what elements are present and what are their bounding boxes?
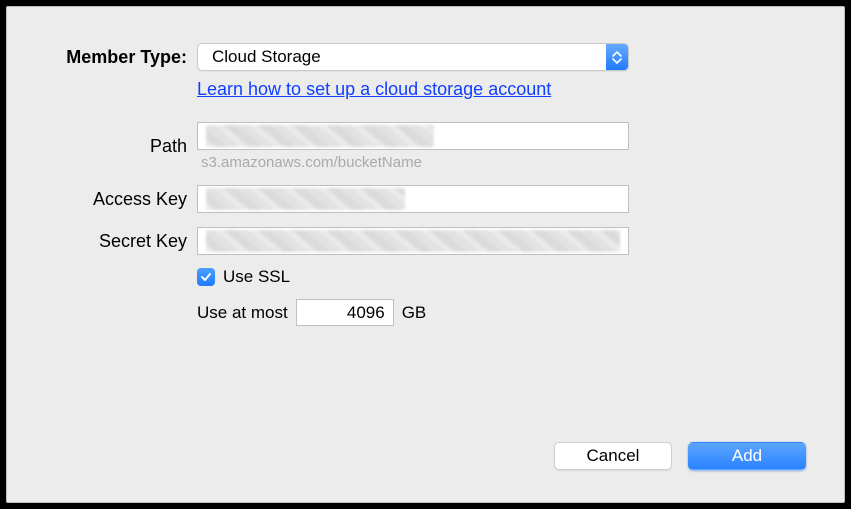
path-hint: s3.amazonaws.com/bucketName <box>201 154 629 171</box>
dialog-window: Member Type: Cloud Storage Learn how to … <box>6 6 845 503</box>
redacted-content <box>206 230 620 252</box>
dialog-buttons: Cancel Add <box>554 442 806 470</box>
path-input[interactable] <box>197 122 629 150</box>
redacted-content <box>206 188 405 210</box>
member-type-row: Member Type: Cloud Storage <box>7 43 844 71</box>
redacted-content <box>206 125 434 147</box>
access-key-label: Access Key <box>7 189 197 210</box>
gb-label: GB <box>402 303 427 323</box>
path-label: Path <box>7 136 197 157</box>
secret-key-row: Secret Key <box>7 227 844 255</box>
use-at-most-row: Use at most 4096 GB <box>7 299 844 326</box>
access-key-input[interactable] <box>197 185 629 213</box>
member-type-value: Cloud Storage <box>212 47 321 67</box>
use-ssl-row: Use SSL <box>7 267 844 287</box>
add-button[interactable]: Add <box>688 442 806 470</box>
select-stepper-icon <box>606 44 628 70</box>
member-type-label: Member Type: <box>7 47 197 68</box>
secret-key-input[interactable] <box>197 227 629 255</box>
access-key-row: Access Key <box>7 185 844 213</box>
use-at-most-label: Use at most <box>197 303 288 323</box>
cancel-button[interactable]: Cancel <box>554 442 672 470</box>
secret-key-label: Secret Key <box>7 231 197 252</box>
max-usage-input[interactable]: 4096 <box>296 299 394 326</box>
setup-cloud-link[interactable]: Learn how to set up a cloud storage acco… <box>197 79 551 99</box>
member-type-select[interactable]: Cloud Storage <box>197 43 629 71</box>
use-ssl-checkbox[interactable] <box>197 268 215 286</box>
use-ssl-label: Use SSL <box>223 267 290 287</box>
path-row: Path s3.amazonaws.com/bucketName <box>7 122 844 171</box>
help-link-row: Learn how to set up a cloud storage acco… <box>7 79 844 100</box>
